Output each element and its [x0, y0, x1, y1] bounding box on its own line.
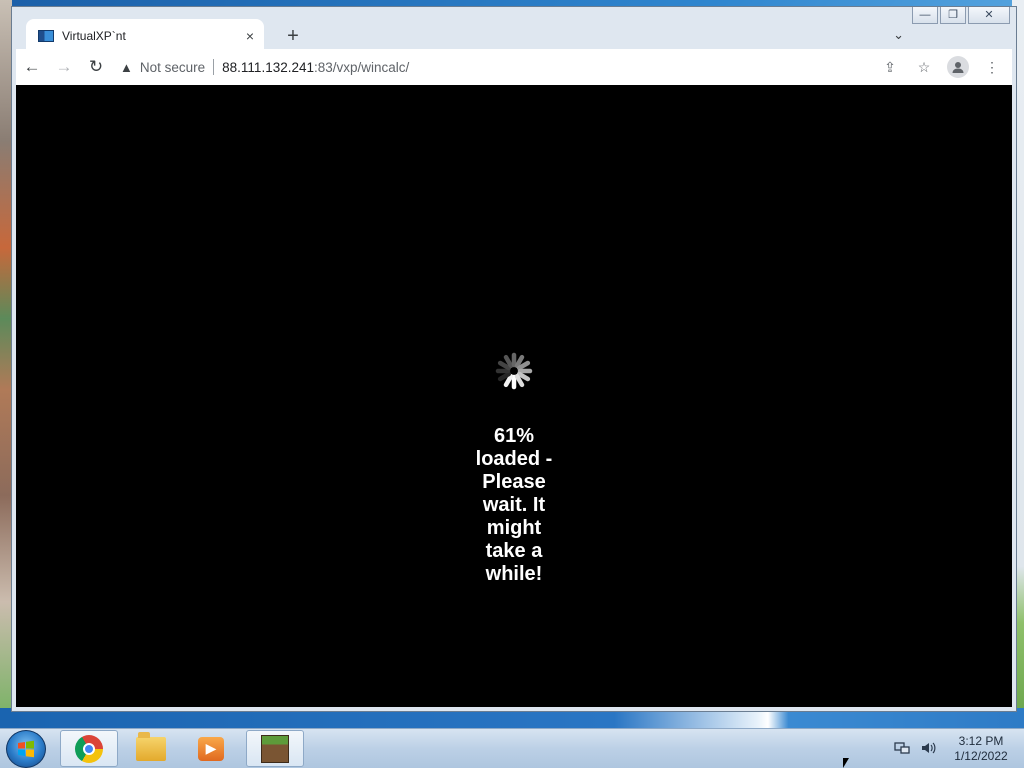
loading-spinner-icon: [495, 352, 533, 390]
tab-search-chevron-icon[interactable]: ⌄: [893, 27, 904, 43]
address-bar[interactable]: ▲ Not secure 88.111.132.241:83/vxp/winca…: [120, 53, 800, 81]
url-host[interactable]: 88.111.132.241: [222, 60, 314, 75]
reload-button[interactable]: ↻: [80, 53, 112, 81]
url-path[interactable]: :83/vxp/wincalc/: [314, 60, 409, 75]
windows-logo-icon: [18, 740, 34, 758]
tab-title: VirtualXP`nt: [62, 29, 126, 43]
virtualxp-favicon-icon: [38, 30, 54, 42]
loading-status-text: 61% loaded - Please wait. It might take …: [475, 425, 553, 585]
menu-icon[interactable]: ⋮: [978, 53, 1006, 81]
clock[interactable]: 3:12 PM 1/12/2022: [946, 734, 1016, 764]
start-button[interactable]: [6, 730, 46, 768]
warning-icon[interactable]: ▲: [120, 60, 133, 75]
media-player-icon: ▶: [198, 736, 224, 761]
taskbar-media-player-button[interactable]: ▶: [182, 730, 240, 767]
new-tab-button[interactable]: +: [282, 25, 304, 47]
volume-icon[interactable]: [920, 740, 936, 759]
browser-window: — ❐ ✕ VirtualXP`nt × + ⌄ ← → ↻ ▲ Not sec…: [11, 6, 1017, 712]
clock-time: 3:12 PM: [958, 734, 1004, 748]
tab-strip: VirtualXP`nt × + ⌄: [16, 15, 1012, 53]
taskbar-chrome-button[interactable]: [60, 730, 118, 767]
network-icon[interactable]: [894, 740, 910, 759]
forward-button[interactable]: →: [48, 53, 80, 81]
minecraft-icon: [261, 734, 289, 763]
profile-avatar-icon: [947, 56, 969, 78]
browser-tab[interactable]: VirtualXP`nt ×: [26, 19, 264, 53]
system-tray: 3:12 PM 1/12/2022: [894, 733, 1016, 765]
folder-icon: [136, 731, 166, 761]
page-content: 61% loaded - Please wait. It might take …: [16, 85, 1012, 707]
tab-close-icon[interactable]: ×: [246, 28, 254, 44]
toolbar-actions: ⇪ ☆ ⋮: [876, 53, 1012, 81]
taskbar: ▶ 3:12 PM 1/12/2022: [0, 728, 1024, 768]
address-separator: [213, 59, 215, 75]
taskbar-explorer-button[interactable]: [122, 730, 180, 767]
chrome-icon: [75, 734, 103, 763]
share-icon[interactable]: ⇪: [876, 53, 904, 81]
bookmark-star-icon[interactable]: ☆: [910, 53, 938, 81]
browser-toolbar: ← → ↻ ▲ Not secure 88.111.132.241:83/vxp…: [16, 49, 1012, 85]
profile-button[interactable]: [944, 53, 972, 81]
security-label[interactable]: Not secure: [140, 60, 205, 75]
taskbar-minecraft-button[interactable]: [246, 730, 304, 767]
back-button[interactable]: ←: [16, 53, 48, 81]
mouse-cursor-icon: [843, 758, 849, 768]
clock-date: 1/12/2022: [954, 749, 1008, 763]
